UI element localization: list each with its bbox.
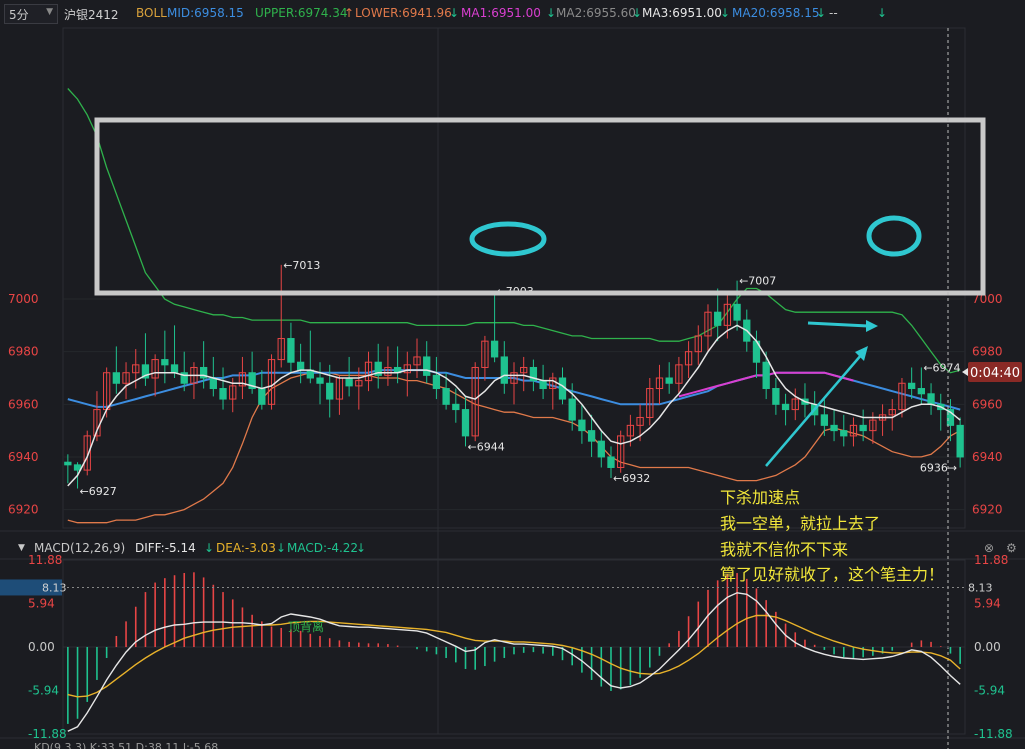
ma-line bbox=[67, 324, 961, 487]
macd-diff: DIFF:-5.14 bbox=[135, 541, 196, 555]
kd-header-partial: KD(9,3,3) K:33.51 D:38.11 J:-5.68 bbox=[34, 741, 219, 749]
macd-title: MACD(12,26,9) bbox=[34, 541, 126, 555]
macd-current-label-right: 8.13 bbox=[968, 581, 993, 594]
price-mark: 6936→ bbox=[920, 461, 957, 474]
candle-body bbox=[219, 388, 227, 400]
price-tick-right: 6920 bbox=[972, 503, 1003, 517]
candle-body bbox=[927, 393, 935, 405]
candle-body bbox=[452, 403, 460, 411]
price-tick-right: 6960 bbox=[972, 397, 1003, 411]
price-tick-left: 6940 bbox=[8, 450, 39, 464]
candle-body bbox=[840, 430, 848, 437]
close-icon[interactable]: ⊗ bbox=[984, 541, 994, 555]
macd-tick-left: 0.00 bbox=[28, 640, 55, 654]
candle-body bbox=[587, 430, 596, 442]
candle-body bbox=[490, 340, 499, 358]
candle-body bbox=[908, 382, 916, 390]
candle-body bbox=[830, 424, 838, 432]
highlight-ellipse bbox=[469, 221, 547, 257]
candle-body bbox=[161, 359, 169, 366]
candle-body bbox=[258, 388, 266, 405]
highlight-ellipse bbox=[866, 215, 922, 257]
arrow-head bbox=[866, 320, 878, 332]
candle-body bbox=[578, 419, 586, 432]
candle-body bbox=[461, 409, 470, 437]
candle-body bbox=[772, 388, 780, 405]
boll-upper-line bbox=[67, 88, 961, 374]
macd-tick-right: 0.00 bbox=[974, 640, 1001, 654]
gear-icon[interactable]: ⚙ bbox=[1006, 541, 1017, 555]
candle-body bbox=[820, 414, 829, 426]
price-mark: ←7013 bbox=[283, 259, 320, 272]
candle-body bbox=[956, 424, 964, 458]
candle-body bbox=[781, 403, 790, 411]
dea-line bbox=[67, 614, 961, 698]
candle-body bbox=[64, 461, 72, 466]
candle-body bbox=[326, 382, 334, 400]
macd-tick-right: 5.94 bbox=[974, 597, 1001, 611]
annotation-line-3: 我就不信你不下来 bbox=[720, 540, 849, 559]
down-arrow-icon: ↓ bbox=[276, 541, 287, 555]
price-mark: ←6927 bbox=[80, 485, 117, 498]
macd-value: MACD:-4.22 bbox=[287, 541, 359, 555]
candle-body bbox=[859, 424, 867, 432]
candle-body bbox=[345, 377, 353, 387]
candle-body bbox=[500, 356, 508, 384]
candle-body bbox=[287, 338, 295, 363]
price-mark: ←6974 bbox=[923, 361, 960, 374]
price-tick-right: 6980 bbox=[972, 345, 1003, 359]
candle-body bbox=[316, 377, 324, 384]
price-tick-left: 7000 bbox=[8, 292, 39, 306]
candle-body bbox=[597, 440, 605, 458]
candle-body bbox=[170, 364, 179, 374]
candle-body bbox=[568, 398, 576, 421]
macd-dea: DEA:-3.03 bbox=[216, 541, 276, 555]
arrow-line bbox=[807, 321, 869, 328]
price-mark: ←6944 bbox=[468, 440, 505, 453]
down-arrow-icon: ↓ bbox=[204, 541, 215, 555]
candle-body bbox=[917, 388, 926, 395]
annotation-box bbox=[94, 117, 986, 296]
annotation-line-2: 我一空单，就拉上去了 bbox=[720, 514, 881, 533]
price-panel-frame bbox=[62, 27, 966, 529]
annotation-line-4: 算了见好就收了，这个笔主力！ bbox=[720, 565, 945, 584]
collapse-icon[interactable]: ▼ bbox=[18, 543, 25, 553]
price-tick-left: 6920 bbox=[8, 503, 39, 517]
price-mark: ←6932 bbox=[613, 472, 650, 485]
candle-body bbox=[296, 361, 305, 371]
candle-body bbox=[442, 388, 450, 405]
price-tick-left: 6980 bbox=[8, 345, 39, 359]
macd-tick-left: 5.94 bbox=[28, 597, 55, 611]
candlestick-chart[interactable]: 7000 70006980 69806960 69606940 69406920 6920… bbox=[0, 0, 1025, 749]
macd-tick-right: -5.94 bbox=[974, 684, 1005, 698]
divergence-label: 顶背离 bbox=[288, 619, 324, 634]
candle-body bbox=[112, 372, 120, 384]
down-arrow-icon: ↓ bbox=[356, 541, 367, 555]
macd-tick-left: -11.88 bbox=[28, 727, 67, 741]
candle-body bbox=[665, 377, 673, 384]
diff-line bbox=[67, 592, 961, 732]
macd-tick-right: -11.88 bbox=[974, 727, 1013, 741]
candle-body bbox=[607, 456, 615, 468]
candle-body bbox=[714, 311, 722, 326]
candle-body bbox=[432, 374, 441, 390]
price-mark: ←7007 bbox=[739, 275, 776, 288]
candle-body bbox=[73, 464, 82, 471]
countdown-label: 0:04:40 bbox=[970, 366, 1020, 381]
macd-tick-left: -5.94 bbox=[28, 684, 59, 698]
candle-body bbox=[423, 356, 431, 376]
candle-body bbox=[209, 377, 217, 390]
arrow-line bbox=[765, 353, 863, 467]
candle-body bbox=[733, 303, 741, 321]
candle-body bbox=[762, 361, 770, 390]
candle-body bbox=[539, 380, 547, 390]
price-tick-right: 6940 bbox=[972, 450, 1003, 464]
macd-header: ▼ MACD(12,26,9) DIFF:-5.14 ↓ DEA:-3.03 ↓… bbox=[0, 538, 1025, 558]
price-tick-left: 6960 bbox=[8, 397, 39, 411]
annotation-line-1: 下杀加速点 bbox=[720, 488, 801, 507]
